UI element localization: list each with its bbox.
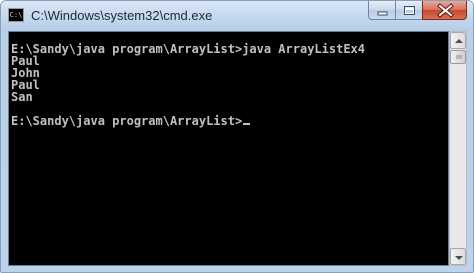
maximize-icon [404, 6, 415, 15]
console-line-output: San [11, 90, 33, 104]
text-cursor [243, 123, 251, 125]
close-button[interactable] [422, 1, 467, 20]
maximize-button[interactable] [395, 1, 422, 20]
chevron-down-icon [455, 256, 463, 260]
close-icon [437, 3, 454, 18]
window-title: C:\Windows\system32\cmd.exe [31, 8, 213, 23]
scroll-thumb[interactable] [450, 50, 466, 64]
window-controls [368, 1, 467, 21]
scroll-up-button[interactable] [450, 32, 466, 49]
minimize-icon [377, 11, 388, 16]
scroll-down-button[interactable] [450, 248, 466, 265]
vertical-scrollbar[interactable] [449, 31, 467, 266]
console-line-command: E:\Sandy\java program\ArrayList>java Arr… [11, 42, 366, 56]
console-prompt: E:\Sandy\java program\ArrayList> [11, 114, 243, 128]
cmd-window: C:\ C:\Windows\system32\cmd.exe E:\Sandy… [0, 0, 474, 273]
console-prompt-line: E:\Sandy\java program\ArrayList> [11, 114, 251, 128]
minimize-button[interactable] [368, 1, 395, 20]
chevron-up-icon [455, 39, 463, 43]
grip-icon [456, 55, 462, 59]
title-bar[interactable]: C:\ C:\Windows\system32\cmd.exe [1, 1, 473, 31]
cmd-app-icon[interactable]: C:\ [8, 8, 24, 22]
console-output[interactable]: E:\Sandy\java program\ArrayList>java Arr… [8, 31, 449, 266]
